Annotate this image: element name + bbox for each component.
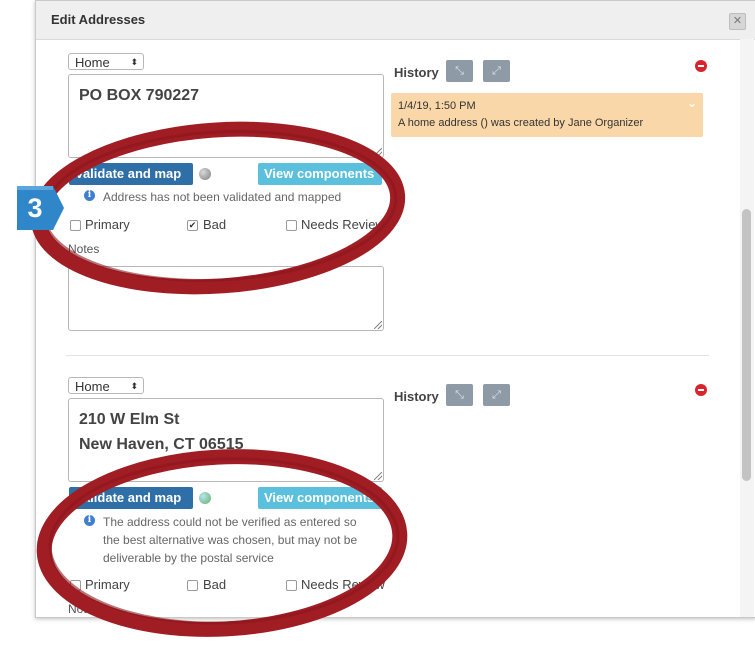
history-label: History [394, 389, 439, 404]
address-type-select[interactable]: Home ⬍ [68, 53, 144, 70]
close-icon[interactable]: ✕ [729, 13, 746, 30]
select-arrow-icon: ⬍ [130, 381, 138, 391]
dialog-titlebar: Edit Addresses ✕ [36, 1, 755, 40]
address-textarea[interactable]: PO BOX 790227 [68, 74, 384, 158]
validation-message: The address could not be verified as ent… [103, 515, 357, 529]
view-components-button[interactable]: View components [258, 163, 382, 185]
validation-status-icon [199, 168, 211, 180]
address-type-select[interactable]: Home ⬍ [68, 377, 144, 394]
validate-and-map-button[interactable]: Validate and map [69, 163, 193, 185]
notes-label: Notes [68, 242, 100, 256]
history-entry-text: A home address () was created by Jane Or… [398, 117, 644, 129]
bad-label: Bad [203, 217, 227, 232]
info-icon: i [84, 515, 95, 526]
address-line: 210 W Elm St [79, 411, 180, 428]
primary-label: Primary [85, 217, 130, 232]
notes-textarea[interactable] [68, 266, 384, 331]
history-entry-date: 1/4/19, 1:50 PM [398, 100, 476, 112]
select-arrow-icon: ⬍ [130, 57, 138, 67]
validation-message: deliverable by the postal service [103, 551, 274, 565]
info-icon: i [84, 190, 95, 201]
address-textarea[interactable]: 210 W Elm St New Haven, CT 06515 [68, 398, 384, 482]
address-type-value: Home [75, 55, 110, 70]
expand-history-icon[interactable]: ⤡ [446, 60, 473, 82]
needs-review-label: Needs Review [301, 217, 385, 232]
address-line: PO BOX 790227 [79, 87, 200, 104]
collapse-history-icon[interactable]: ⤢ [483, 60, 510, 82]
primary-label: Primary [85, 577, 130, 592]
resize-handle-icon[interactable] [374, 472, 382, 480]
bad-checkbox[interactable]: ✔ [187, 220, 198, 231]
needs-review-checkbox[interactable] [286, 580, 297, 591]
chevron-down-icon[interactable]: ⌄ [687, 96, 697, 110]
primary-checkbox[interactable] [70, 580, 81, 591]
resize-handle-icon[interactable] [374, 148, 382, 156]
notes-label: Notes [68, 602, 100, 616]
history-label: History [394, 65, 439, 80]
validation-message: Address has not been validated and mappe… [103, 190, 342, 204]
remove-address-icon[interactable] [695, 384, 707, 396]
validate-and-map-button[interactable]: Validate and map [69, 487, 193, 509]
dialog-title: Edit Addresses [51, 12, 146, 27]
validation-message: the best alternative was chosen, but may… [103, 533, 358, 547]
expand-history-icon[interactable]: ⤡ [446, 384, 473, 406]
history-entry[interactable]: 1/4/19, 1:50 PM A home address () was cr… [391, 93, 703, 137]
address-line: New Haven, CT 06515 [79, 436, 244, 453]
edit-addresses-dialog: Edit Addresses ✕ Home ⬍ PO BOX 790227 Va… [35, 0, 755, 618]
needs-review-checkbox[interactable] [286, 220, 297, 231]
scrollbar[interactable] [740, 39, 754, 617]
needs-review-label: Needs Review [301, 577, 385, 592]
collapse-history-icon[interactable]: ⤢ [483, 384, 510, 406]
section-divider [66, 355, 709, 356]
bad-checkbox[interactable] [187, 580, 198, 591]
primary-checkbox[interactable] [70, 220, 81, 231]
bad-label: Bad [203, 577, 227, 592]
view-components-button[interactable]: View components [258, 487, 382, 509]
address-type-value: Home [75, 379, 110, 394]
resize-handle-icon[interactable] [374, 321, 382, 329]
remove-address-icon[interactable] [695, 60, 707, 72]
step-number-label: 3 [27, 193, 43, 223]
scrollbar-thumb[interactable] [742, 209, 751, 481]
validation-status-icon [199, 492, 211, 504]
